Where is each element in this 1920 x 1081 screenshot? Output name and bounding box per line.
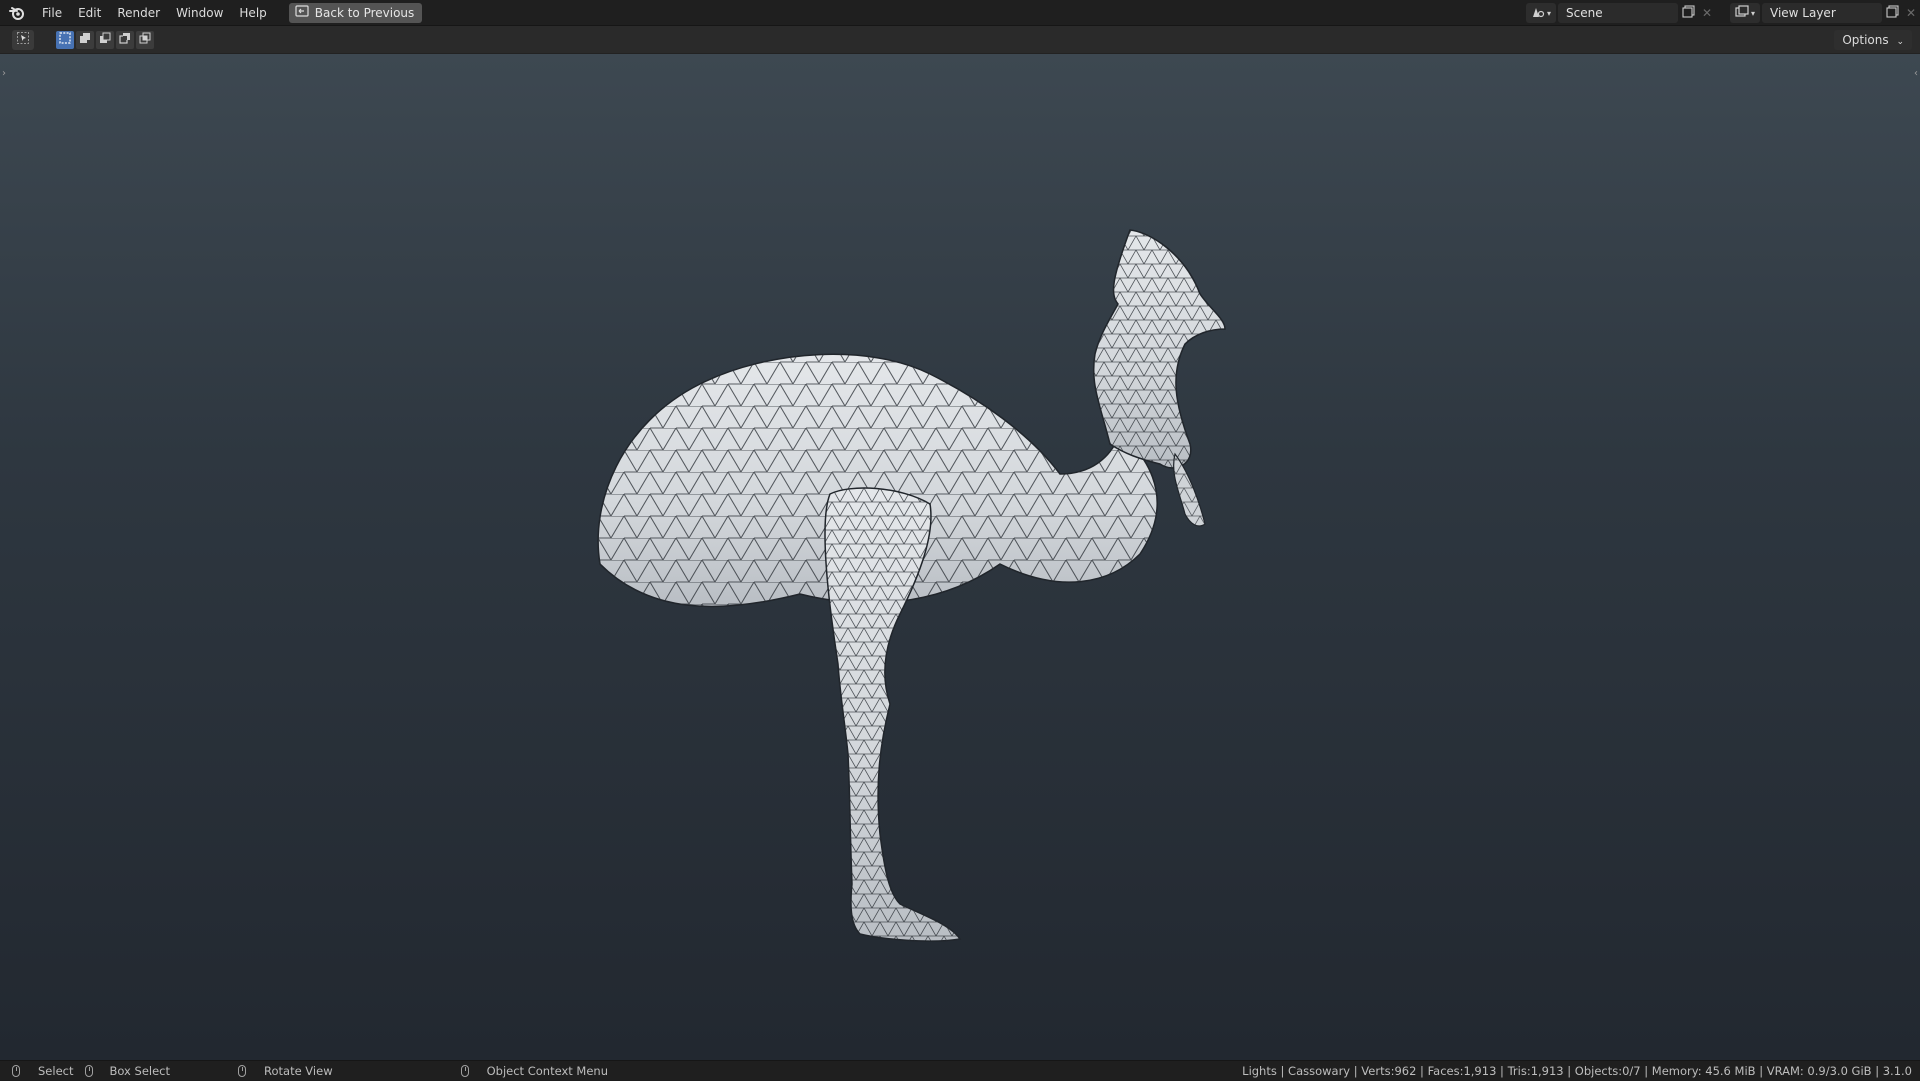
hint-select-label: Select [38,1063,74,1078]
scene-icon [1531,5,1545,22]
menu-help[interactable]: Help [231,0,274,26]
mode-difference-button[interactable] [116,30,134,49]
close-icon: ✕ [1905,6,1917,20]
blender-logo-icon[interactable] [0,0,34,26]
hint-select: Select [12,1064,73,1078]
view-layer-icon [1735,4,1749,22]
chevron-down-icon: ⌄ [1896,37,1904,47]
chevron-down-icon: ▾ [1750,8,1755,18]
select-intersect-icon [139,32,151,47]
new-view-layer-button[interactable] [1882,3,1902,23]
mode-intersect-button[interactable] [136,30,154,49]
back-to-previous-label: Back to Previous [314,5,415,20]
cassowary-mesh[interactable] [0,54,1920,1060]
new-scene-button[interactable] [1678,3,1698,23]
mouse-middle-icon [238,1064,246,1077]
status-bar: Select Box Select Rotate View Object Con… [0,1060,1920,1080]
hint-rotate-view: Rotate View [238,1064,333,1078]
menu-file[interactable]: File [34,0,70,26]
select-new-icon [59,32,71,47]
menu-edit[interactable]: Edit [70,0,109,26]
menu-render[interactable]: Render [109,0,168,26]
options-dropdown[interactable]: Options ⌄ [1834,30,1912,50]
mode-subtract-button[interactable] [96,30,114,49]
mode-set-new-button[interactable] [56,30,74,49]
3d-viewport[interactable]: › ‹ [0,54,1920,1060]
cursor-arrow-icon [17,32,29,47]
view-layer-name-field[interactable]: View Layer [1762,3,1882,23]
view-layer-selector-dropdown[interactable]: ▾ [1730,3,1760,23]
mode-extend-button[interactable] [76,30,94,49]
back-to-previous-button[interactable]: Back to Previous [288,2,423,23]
workspace-selectors: ▾ Scene ✕ ▾ View Layer ✕ [1526,0,1920,26]
hint-rotate-view-label: Rotate View [264,1063,333,1078]
remove-scene-button[interactable]: ✕ [1698,3,1716,23]
remove-view-layer-button[interactable]: ✕ [1902,3,1920,23]
scene-statistics: Lights | Cassowary | Verts:962 | Faces:1… [1242,1064,1912,1078]
duplicate-icon [1681,5,1695,21]
scene-selector-dropdown[interactable]: ▾ [1526,3,1556,23]
hint-box-select: Box Select [85,1064,170,1078]
options-label: Options [1842,33,1889,47]
mouse-left-icon [12,1064,20,1077]
close-icon: ✕ [1701,6,1713,20]
viewport-header: Options ⌄ [0,26,1920,54]
hint-context-menu-label: Object Context Menu [486,1063,608,1078]
select-difference-icon [119,32,131,47]
select-extend-icon [79,32,91,47]
select-tool-button[interactable] [12,29,34,50]
duplicate-icon [1885,5,1899,21]
scene-name-field[interactable]: Scene [1558,3,1678,23]
selection-mode-group [56,30,154,49]
top-bar: File Edit Render Window Help Back to Pre… [0,0,1920,26]
menu-window[interactable]: Window [168,0,231,26]
chevron-down-icon: ▾ [1546,8,1551,18]
back-screen-icon [295,5,309,20]
mouse-drag-icon [85,1064,94,1077]
mouse-right-icon [460,1064,469,1077]
select-subtract-icon [99,32,111,47]
hint-context-menu: Object Context Menu [460,1063,608,1078]
hint-box-select-label: Box Select [109,1063,170,1078]
